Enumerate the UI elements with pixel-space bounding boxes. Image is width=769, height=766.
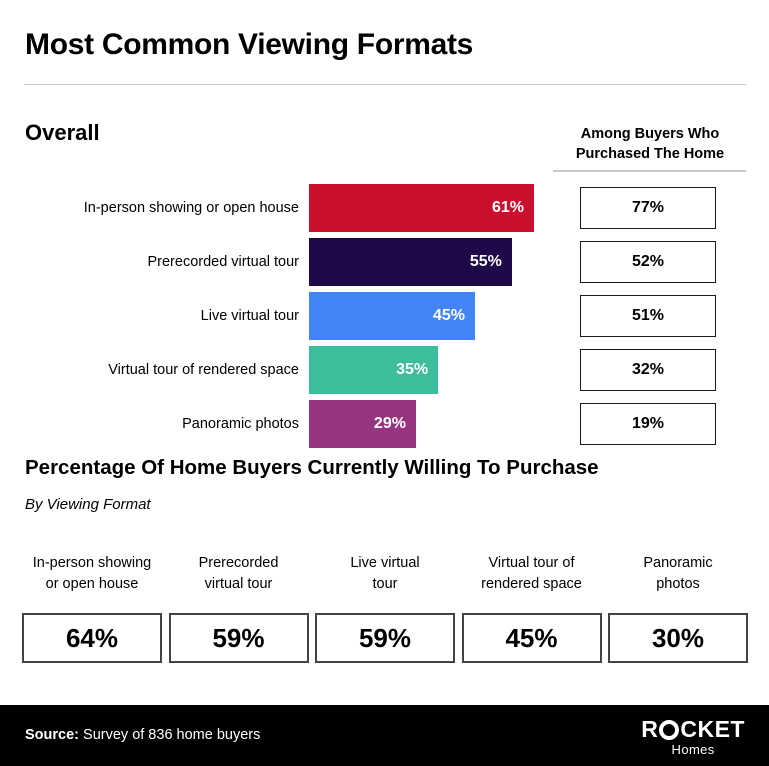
bar-track: 35% [309,346,439,394]
bar-row: Prerecorded virtual tour 55% 52% [0,238,769,286]
section2-title: Percentage Of Home Buyers Currently Will… [25,456,599,479]
bar-chart: In-person showing or open house 61% 77% … [0,184,769,454]
logo-letter-r: R [641,716,659,742]
title-divider [24,84,746,85]
bar-track: 29% [309,400,416,448]
willingness-header-line2: or open house [45,576,139,592]
willingness-header-line2: virtual tour [204,576,273,592]
bar-value: 29% [373,415,406,432]
logo-wordmark: R CKET [641,717,745,741]
willingness-header-line1: Virtual tour of [488,555,575,571]
bar-value: 45% [432,307,465,324]
willingness-header-line1: Panoramic [643,555,713,571]
willingness-value-box: 59% [315,613,455,663]
willingness-column: In-person showing or open house 64% [22,553,162,663]
logo-letters-rest: CKET [680,716,745,742]
purchased-column-header-line1: Among Buyers Who [580,126,720,142]
bar-label: Prerecorded virtual tour [147,254,299,270]
willingness-value-box: 59% [168,613,309,663]
purchased-value-box: 77% [580,187,716,229]
willingness-column-header: Virtual tour of rendered space [462,553,602,601]
willingness-header-line2: tour [372,576,398,592]
section2-subtitle: By Viewing Format [25,496,151,513]
bar-fill: 29% [309,400,416,448]
bar-track: 45% [309,292,475,340]
willingness-column-header: In-person showing or open house [22,553,162,601]
bar-row: Panoramic photos 29% 19% [0,400,769,448]
purchased-value-box: 51% [580,295,716,337]
bar-value: 61% [491,199,524,216]
willingness-header-line2: photos [656,576,700,592]
logo-o-icon [659,720,680,740]
willingness-column-header: Live virtual tour [315,553,455,601]
bar-fill: 61% [309,184,534,232]
bar-fill: 35% [309,346,439,394]
willingness-column: Prerecorded virtual tour 59% [168,553,309,663]
willingness-header-line2: rendered space [481,576,582,592]
willingness-column-header: Prerecorded virtual tour [169,553,309,601]
bar-label: Live virtual tour [200,308,299,324]
page-title: Most Common Viewing Formats [25,28,474,61]
willingness-column-header: Panoramic photos [608,553,748,601]
source-label: Source: [25,727,79,743]
bar-fill: 45% [309,292,475,340]
purchased-value-box: 19% [580,403,716,445]
bar-label: In-person showing or open house [83,200,299,216]
bar-track: 61% [309,184,534,232]
footer-bar: Source: Survey of 836 home buyers R CKET… [0,705,769,766]
bar-track: 55% [309,238,512,286]
bar-row: Live virtual tour 45% 51% [0,292,769,340]
rocket-homes-logo: R CKET Homes [641,717,745,758]
infographic-root: Most Common Viewing Formats Overall Amon… [0,0,769,766]
willingness-header-line1: In-person showing [32,555,152,571]
section-overall-heading: Overall [25,120,100,145]
bar-label: Virtual tour of rendered space [108,362,299,378]
willingness-value-box: 45% [461,613,602,663]
willingness-column: Panoramic photos 30% [608,553,748,663]
willingness-value-box: 30% [608,613,748,663]
purchased-column-header: Among Buyers Who Purchased The Home [552,124,748,164]
source-text: Survey of 836 home buyers [83,727,261,743]
purchased-value-box: 52% [580,241,716,283]
bar-fill: 55% [309,238,512,286]
source-note: Source: Survey of 836 home buyers [25,727,260,743]
purchased-value-box: 32% [580,349,716,391]
purchased-column-divider [553,170,746,172]
willingness-column: Virtual tour of rendered space 45% [461,553,602,663]
willingness-value-box: 64% [22,613,162,663]
purchased-column-header-line2: Purchased The Home [575,146,725,162]
willingness-header-line1: Live virtual [350,555,420,571]
willingness-column: Live virtual tour 59% [315,553,455,663]
bar-value: 55% [469,253,502,270]
bar-label: Panoramic photos [182,416,299,432]
bar-value: 35% [396,361,429,378]
bar-row: Virtual tour of rendered space 35% 32% [0,346,769,394]
willingness-table: In-person showing or open house 64% Prer… [22,553,748,663]
willingness-header-line1: Prerecorded [198,555,279,571]
bar-row: In-person showing or open house 61% 77% [0,184,769,232]
logo-subtext: Homes [671,742,715,757]
